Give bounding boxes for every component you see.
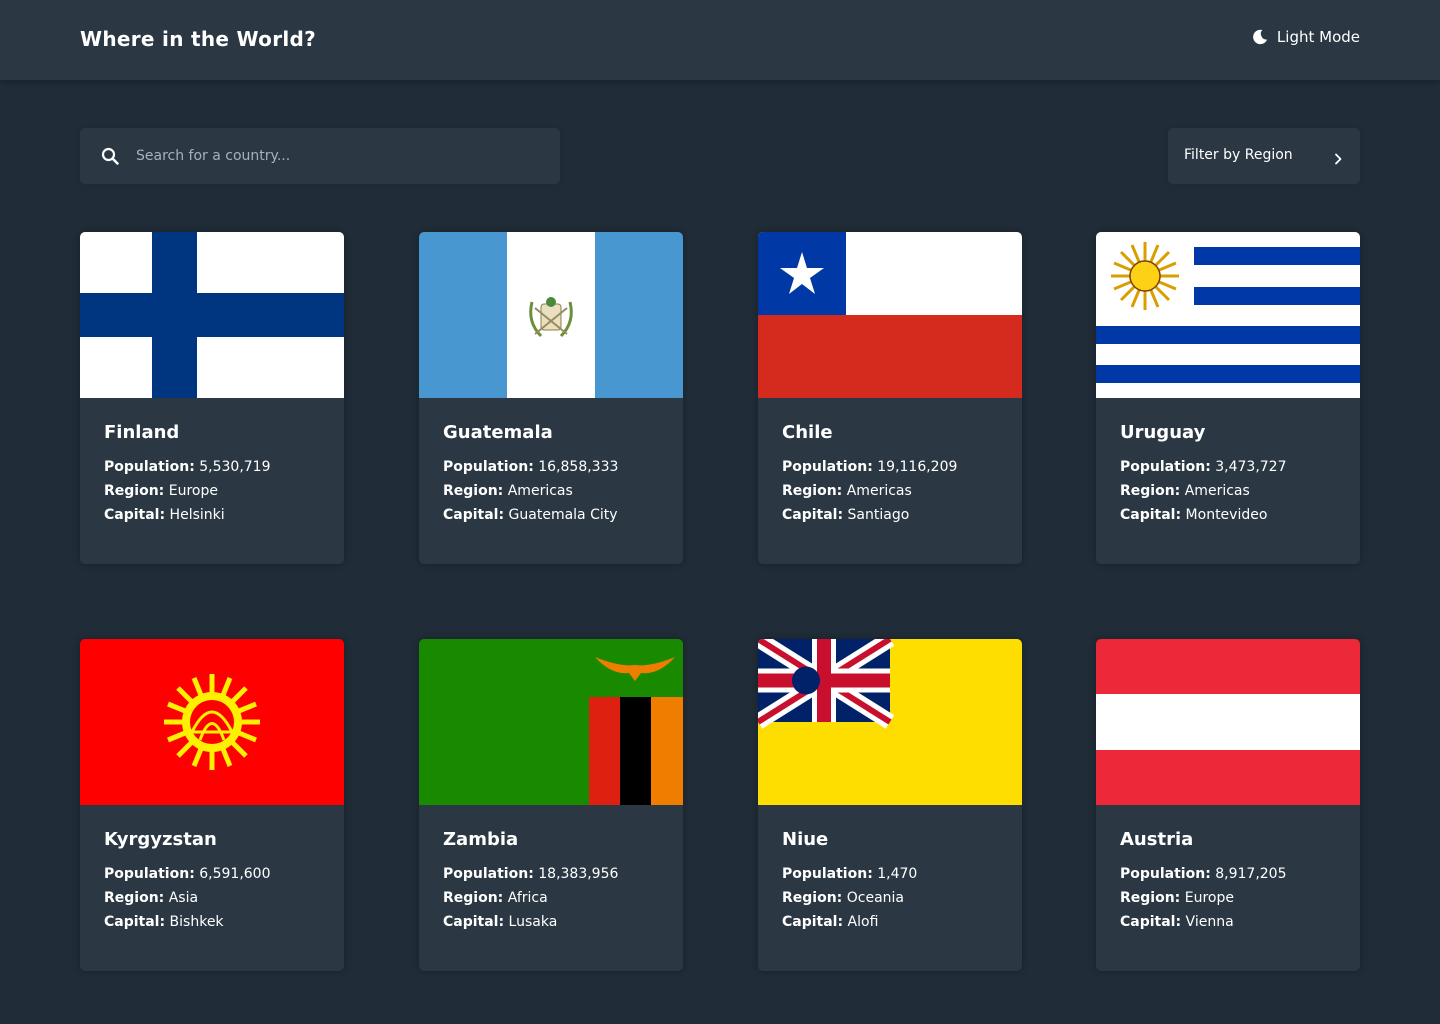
country-name: Austria [1120,829,1194,850]
population-row: Population: 3,473,727 [1120,459,1287,475]
population-row: Population: 6,591,600 [104,866,271,882]
capital-value: Lusaka [508,914,558,930]
country-name: Guatemala [443,422,553,443]
region-value: Africa [507,890,548,906]
population-value: 5,530,719 [199,459,271,475]
region-value: Europe [1184,890,1234,906]
app-title: Where in the World? [80,27,317,51]
theme-toggle-button[interactable]: Light Mode [1251,28,1360,46]
region-row: Region: Europe [104,483,218,499]
region-value: Americas [507,483,573,499]
country-card[interactable]: Niue Population: 1,470 Region: Oceania C… [758,639,1022,971]
country-name: Kyrgyzstan [104,829,217,850]
capital-row: Capital: Bishkek [104,914,224,930]
capital-value: Alofi [847,914,879,930]
chevron-right-icon [1332,150,1344,165]
search-bar [80,128,560,184]
region-value: Europe [168,483,218,499]
austria-flag [1096,639,1360,805]
country-name: Uruguay [1120,422,1206,443]
country-name: Chile [782,422,833,443]
capital-row: Capital: Santiago [782,507,910,523]
country-grid: Finland Population: 5,530,719 Region: Eu… [80,232,1360,972]
theme-toggle-label: Light Mode [1276,28,1360,46]
capital-value: Bishkek [169,914,224,930]
capital-row: Capital: Helsinki [104,507,225,523]
population-row: Population: 19,116,209 [782,459,958,475]
country-card[interactable]: Chile Population: 19,116,209 Region: Ame… [758,232,1022,564]
capital-value: Santiago [847,507,910,523]
country-card[interactable]: Austria Population: 8,917,205 Region: Eu… [1096,639,1360,971]
search-icon [101,147,119,165]
capital-row: Capital: Montevideo [1120,507,1268,523]
population-value: 3,473,727 [1215,459,1287,475]
uruguay-flag [1096,232,1360,398]
card-details: Chile Population: 19,116,209 Region: Ame… [782,422,1002,527]
search-input[interactable] [136,128,546,184]
region-filter-label: Filter by Region [1184,147,1293,163]
kyrgyzstan-flag [80,639,344,805]
card-details: Niue Population: 1,470 Region: Oceania C… [782,829,1002,934]
population-value: 1,470 [877,866,918,882]
population-value: 8,917,205 [1215,866,1287,882]
card-details: Kyrgyzstan Population: 6,591,600 Region:… [104,829,324,934]
region-row: Region: Americas [1120,483,1250,499]
region-row: Region: Africa [443,890,548,906]
moon-icon [1251,28,1269,46]
population-row: Population: 16,858,333 [443,459,619,475]
country-card[interactable]: Guatemala Population: 16,858,333 Region:… [419,232,683,564]
region-value: Americas [1184,483,1250,499]
population-value: 6,591,600 [199,866,271,882]
country-card[interactable]: Zambia Population: 18,383,956 Region: Af… [419,639,683,971]
capital-value: Guatemala City [508,507,618,523]
capital-value: Montevideo [1185,507,1268,523]
country-card[interactable]: Kyrgyzstan Population: 6,591,600 Region:… [80,639,344,971]
zambia-flag [419,639,683,805]
card-details: Uruguay Population: 3,473,727 Region: Am… [1120,422,1340,527]
population-value: 16,858,333 [538,459,619,475]
capital-row: Capital: Guatemala City [443,507,618,523]
region-row: Region: Americas [782,483,912,499]
country-name: Niue [782,829,829,850]
capital-value: Helsinki [169,507,225,523]
capital-row: Capital: Lusaka [443,914,558,930]
region-row: Region: Asia [104,890,199,906]
chile-flag [758,232,1022,398]
card-details: Finland Population: 5,530,719 Region: Eu… [104,422,324,527]
population-row: Population: 8,917,205 [1120,866,1287,882]
card-details: Guatemala Population: 16,858,333 Region:… [443,422,663,527]
capital-row: Capital: Alofi [782,914,879,930]
niue-flag [758,639,1022,805]
population-value: 19,116,209 [877,459,958,475]
capital-value: Vienna [1185,914,1234,930]
region-row: Region: Europe [1120,890,1234,906]
region-value: Oceania [846,890,904,906]
capital-row: Capital: Vienna [1120,914,1234,930]
finland-flag [80,232,344,398]
country-name: Finland [104,422,180,443]
card-details: Zambia Population: 18,383,956 Region: Af… [443,829,663,934]
region-row: Region: Oceania [782,890,904,906]
region-filter-dropdown[interactable]: Filter by Region [1168,128,1360,184]
population-row: Population: 18,383,956 [443,866,619,882]
guatemala-flag [419,232,683,398]
country-card[interactable]: Uruguay Population: 3,473,727 Region: Am… [1096,232,1360,564]
population-value: 18,383,956 [538,866,619,882]
country-name: Zambia [443,829,519,850]
region-row: Region: Americas [443,483,573,499]
population-row: Population: 1,470 [782,866,918,882]
card-details: Austria Population: 8,917,205 Region: Eu… [1120,829,1340,934]
country-card[interactable]: Finland Population: 5,530,719 Region: Eu… [80,232,344,564]
top-bar: Where in the World? Light Mode [0,0,1440,80]
region-value: Americas [846,483,912,499]
region-value: Asia [168,890,199,906]
population-row: Population: 5,530,719 [104,459,271,475]
